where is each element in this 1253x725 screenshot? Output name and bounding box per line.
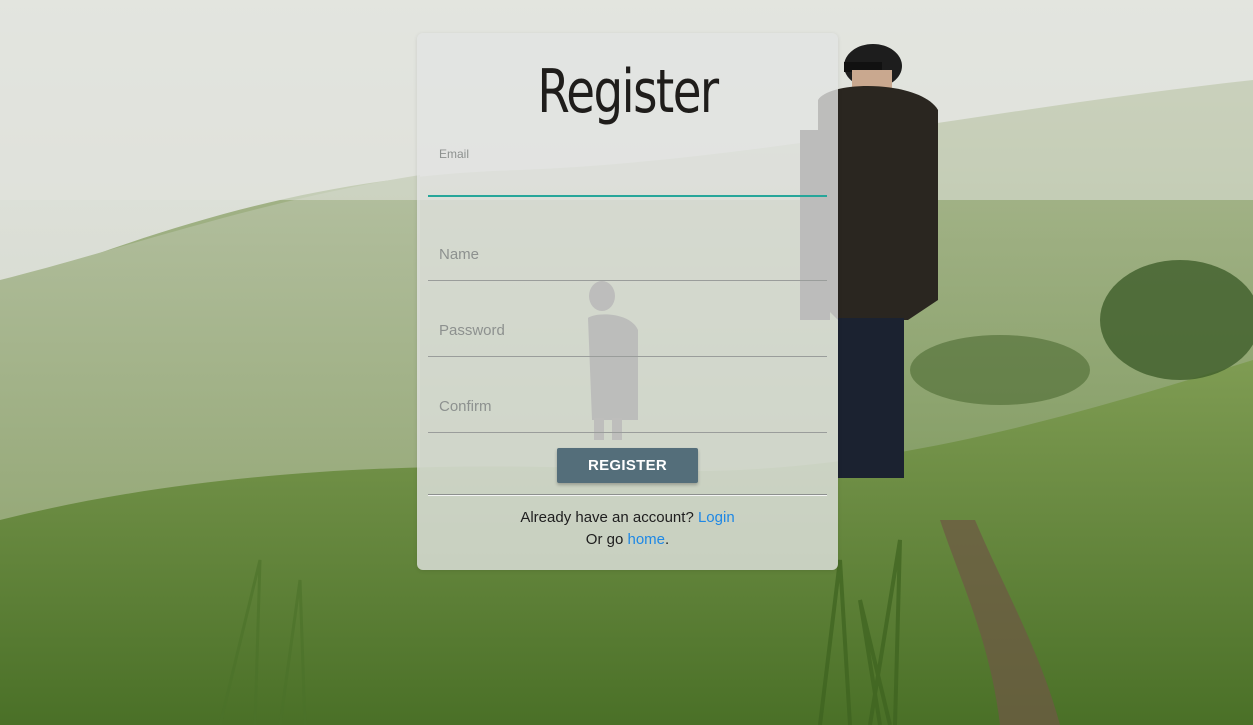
password-field[interactable]: Password <box>428 300 827 357</box>
login-prompt-line: Already have an account? Login <box>417 509 838 526</box>
home-prompt-line: Or go home. <box>417 531 838 548</box>
divider <box>428 494 827 496</box>
confirm-field[interactable]: Confirm <box>428 376 827 433</box>
page-title: Register <box>537 57 719 127</box>
name-field[interactable]: Name <box>428 224 827 281</box>
email-label: Email <box>439 147 470 161</box>
login-link[interactable]: Login <box>698 509 735 526</box>
register-button[interactable]: REGISTER <box>557 448 698 483</box>
home-link[interactable]: home <box>627 531 665 548</box>
confirm-input[interactable] <box>439 402 823 430</box>
home-prompt-text: Or go <box>585 531 624 548</box>
email-field[interactable]: Email <box>428 139 827 197</box>
email-input[interactable] <box>439 165 823 193</box>
register-card: Register Email Name Password Confirm REG… <box>417 33 838 570</box>
name-input[interactable] <box>439 250 823 278</box>
password-input[interactable] <box>439 326 823 354</box>
home-suffix: . <box>665 531 670 548</box>
login-prompt-text: Already have an account? <box>520 509 694 526</box>
